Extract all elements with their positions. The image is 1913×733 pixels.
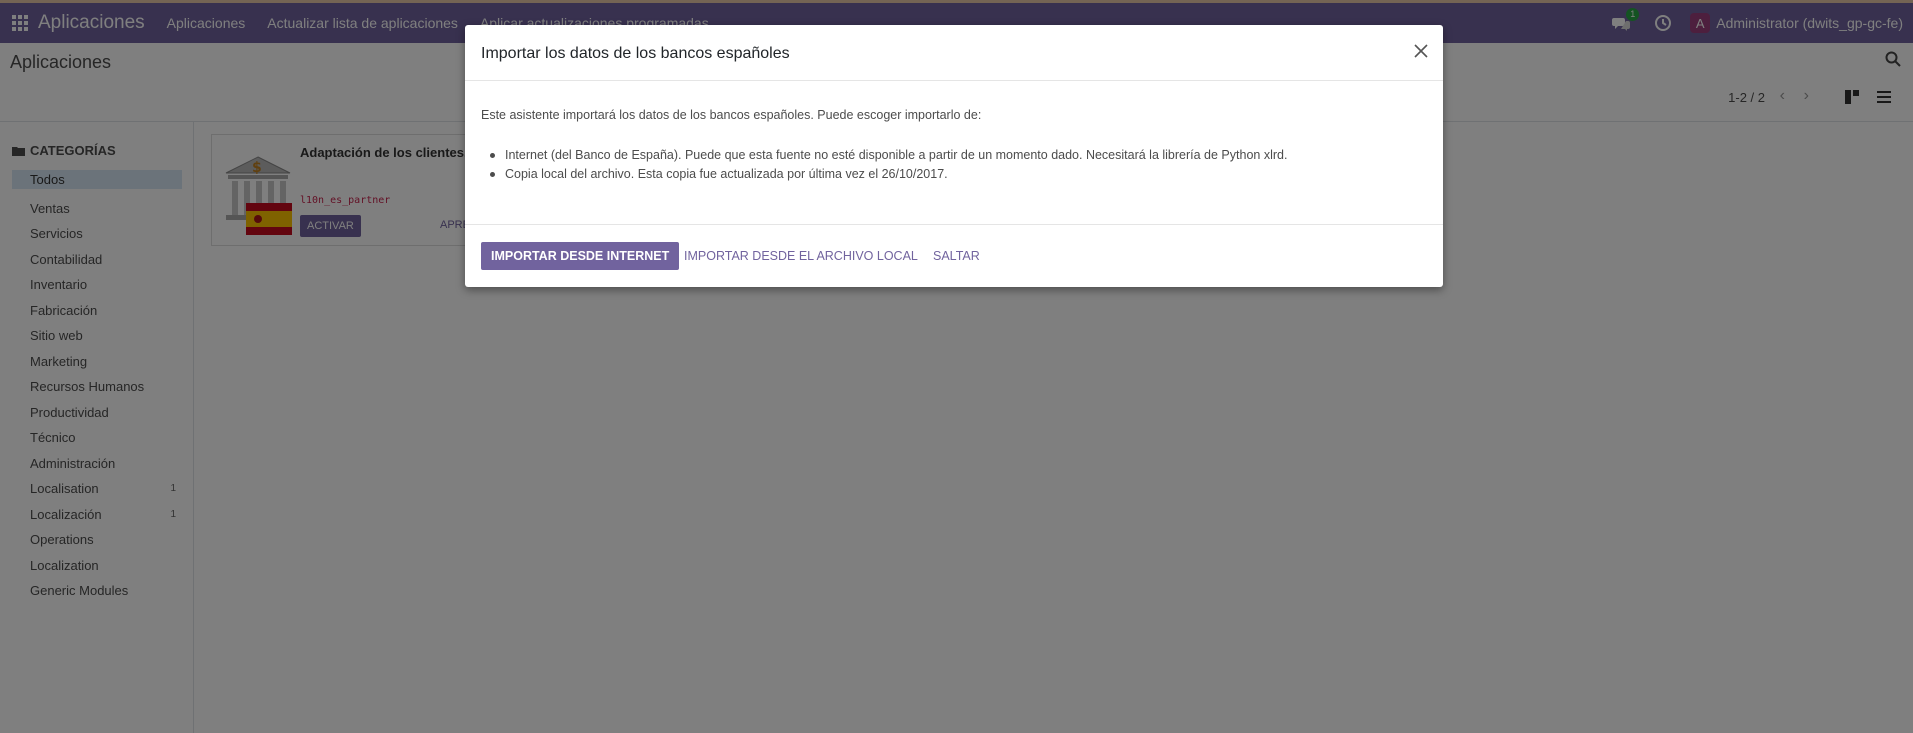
- import-banks-dialog: Importar los datos de los bancos español…: [465, 25, 1443, 287]
- dialog-body: Este asistente importará los datos de lo…: [465, 81, 1443, 225]
- dialog-header: Importar los datos de los bancos español…: [465, 25, 1443, 81]
- dialog-title: Importar los datos de los bancos español…: [481, 45, 790, 62]
- close-icon[interactable]: [1413, 43, 1429, 59]
- dialog-footer: IMPORTAR DESDE INTERNET IMPORTAR DESDE E…: [465, 225, 1443, 286]
- option-local-text: Copia local del archivo. Esta copia fue …: [481, 165, 1287, 184]
- import-options-list: Internet (del Banco de España). Puede qu…: [481, 146, 1287, 184]
- option-internet-text: Internet (del Banco de España). Puede qu…: [481, 146, 1287, 165]
- import-from-local-file-button[interactable]: IMPORTAR DESDE EL ARCHIVO LOCAL: [684, 249, 918, 263]
- import-from-internet-button[interactable]: IMPORTAR DESDE INTERNET: [481, 242, 680, 270]
- skip-button[interactable]: SALTAR: [933, 249, 980, 263]
- dialog-intro-text: Este asistente importará los datos de lo…: [481, 108, 982, 122]
